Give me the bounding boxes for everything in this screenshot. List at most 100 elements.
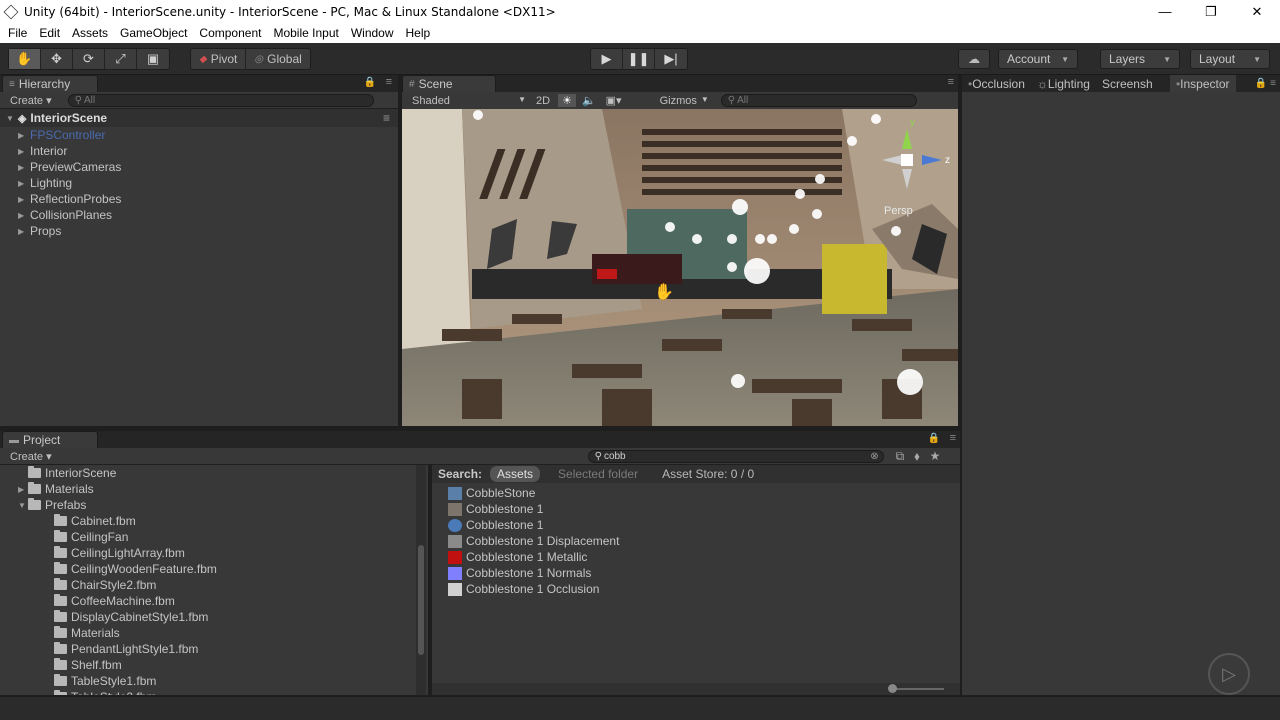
collapsed-arrow-icon[interactable]: ▶ xyxy=(18,163,30,172)
lock-icon[interactable]: 🔒 xyxy=(364,77,376,88)
tab-screenshot[interactable]: Screensh xyxy=(1096,77,1170,91)
2d-toggle[interactable]: 2D xyxy=(528,95,558,107)
label-tag-icon[interactable]: ⬧ xyxy=(914,449,919,464)
global-button[interactable]: ◎ Global xyxy=(246,49,309,69)
menu-help[interactable]: Help xyxy=(400,26,437,40)
asset-result-item[interactable]: Cobblestone 1 Normals xyxy=(432,565,619,581)
asset-result-item[interactable]: CobbleStone xyxy=(432,485,619,501)
project-tree-item[interactable]: Materials xyxy=(0,625,428,641)
hierarchy-item[interactable]: ▶ Interior xyxy=(0,143,398,159)
hierarchy-item[interactable]: ▶ CollisionPlanes xyxy=(0,207,398,223)
panel-menu-icon[interactable]: ≡ xyxy=(950,432,956,444)
project-tree-scrollbar[interactable] xyxy=(416,465,426,695)
menu-component[interactable]: Component xyxy=(193,26,267,40)
hierarchy-item[interactable]: ▶ ReflectionProbes xyxy=(0,191,398,207)
gizmos-dropdown[interactable]: Gizmos ▼ xyxy=(660,95,709,107)
play-icon[interactable]: ▶ xyxy=(591,49,623,69)
asset-result-item[interactable]: Cobblestone 1 Metallic xyxy=(432,549,619,565)
asset-result-item[interactable]: Cobblestone 1 xyxy=(432,517,619,533)
minimize-button[interactable]: — xyxy=(1142,0,1188,23)
hierarchy-item[interactable]: ▶ PreviewCameras xyxy=(0,159,398,175)
lock-icon[interactable]: 🔒 ≡ xyxy=(1255,78,1280,89)
tab-lighting[interactable]: ☼Lighting xyxy=(1031,77,1096,91)
tab-inspector[interactable]: • Inspector xyxy=(1169,75,1236,92)
menu-file[interactable]: File xyxy=(2,26,33,40)
tab-project[interactable]: ▬ Project xyxy=(2,431,98,448)
expand-arrow-icon[interactable]: ▼ xyxy=(6,114,14,123)
panel-menu-icon[interactable]: ≡ xyxy=(948,76,954,88)
menu-mobile-input[interactable]: Mobile Input xyxy=(267,26,344,40)
hand-tool-icon[interactable]: ✋ xyxy=(9,49,41,69)
project-search-input[interactable]: ⚲ cobb ⊗ xyxy=(587,449,884,463)
close-button[interactable]: ✕ xyxy=(1234,0,1280,23)
project-tree-item[interactable]: ▶ Materials xyxy=(0,481,428,497)
project-tree-item[interactable]: PendantLightStyle1.fbm xyxy=(0,641,428,657)
project-create-button[interactable]: Create ▾ xyxy=(0,450,58,463)
collapsed-arrow-icon[interactable]: ▶ xyxy=(18,211,30,220)
project-tree-item[interactable]: ChairStyle2.fbm xyxy=(0,577,428,593)
maximize-button[interactable]: ❐ xyxy=(1188,0,1234,23)
menu-window[interactable]: Window xyxy=(345,26,400,40)
project-tree-item[interactable]: ▼ Prefabs xyxy=(0,497,428,513)
scale-tool-icon[interactable]: ⤢ xyxy=(105,49,137,69)
effects-icon[interactable]: ▣▾ xyxy=(602,94,626,107)
favorite-star-icon[interactable]: ★ xyxy=(930,449,941,463)
scope-selected-folder-button[interactable]: Selected folder xyxy=(558,467,638,481)
project-tree-item[interactable]: TableStyle1.fbm xyxy=(0,673,428,689)
scope-asset-store-button[interactable]: Asset Store: 0 / 0 xyxy=(662,467,754,481)
rect-tool-icon[interactable]: ▣ xyxy=(137,49,169,69)
icon-size-slider-knob[interactable] xyxy=(888,684,897,693)
scope-assets-button[interactable]: Assets xyxy=(490,466,541,482)
tab-occlusion[interactable]: •Occlusion xyxy=(962,77,1031,91)
collapsed-arrow-icon[interactable]: ▶ xyxy=(18,485,28,494)
project-tree-item[interactable]: Cabinet.fbm xyxy=(0,513,428,529)
play-overlay-icon[interactable]: ▷ xyxy=(1208,653,1250,695)
collapsed-arrow-icon[interactable]: ▶ xyxy=(18,179,30,188)
rotate-tool-icon[interactable]: ⟳ xyxy=(73,49,105,69)
menu-assets[interactable]: Assets xyxy=(66,26,114,40)
tab-hierarchy[interactable]: ≡ Hierarchy xyxy=(2,75,98,92)
scene-search-input[interactable]: ⚲ All xyxy=(720,94,917,107)
shading-dropdown[interactable]: Shaded ▼ xyxy=(402,95,526,107)
scene-viewport[interactable]: y z Persp ✋ xyxy=(402,109,958,426)
audio-icon[interactable]: 🔈 xyxy=(576,94,602,107)
project-tree-item[interactable]: CeilingWoodenFeature.fbm xyxy=(0,561,428,577)
layout-dropdown[interactable]: Layout ▼ xyxy=(1190,49,1270,69)
project-tree-item[interactable]: CeilingFan xyxy=(0,529,428,545)
scene-root-row[interactable]: ▼ ◈ InteriorScene ≡ xyxy=(0,109,398,127)
clear-search-icon[interactable]: ⊗ xyxy=(870,451,878,462)
project-tree-item[interactable]: TableStyle2.fbm xyxy=(0,689,428,695)
tab-scene[interactable]: # Scene xyxy=(402,75,496,92)
project-tree-item[interactable]: InteriorScene xyxy=(0,465,428,481)
hierarchy-search-input[interactable]: ⚲ All xyxy=(67,93,374,107)
expand-arrow-icon[interactable]: ▼ xyxy=(18,501,28,510)
collapsed-arrow-icon[interactable]: ▶ xyxy=(18,147,30,156)
icon-size-slider[interactable] xyxy=(892,688,944,690)
asset-result-item[interactable]: Cobblestone 1 Occlusion xyxy=(432,581,619,597)
collapsed-arrow-icon[interactable]: ▶ xyxy=(18,195,30,204)
menu-gameobject[interactable]: GameObject xyxy=(114,26,193,40)
move-tool-icon[interactable]: ✥ xyxy=(41,49,73,69)
scene-menu-icon[interactable]: ≡ xyxy=(383,111,390,125)
panel-menu-icon[interactable]: ≡ xyxy=(386,76,392,88)
hierarchy-item[interactable]: ▶ Lighting xyxy=(0,175,398,191)
layers-dropdown[interactable]: Layers ▼ xyxy=(1100,49,1180,69)
menu-edit[interactable]: Edit xyxy=(33,26,66,40)
hierarchy-create-button[interactable]: Create ▾ xyxy=(0,94,58,107)
asset-result-item[interactable]: Cobblestone 1 Displacement xyxy=(432,533,619,549)
lock-icon[interactable]: 🔒 xyxy=(928,433,940,444)
asset-result-item[interactable]: Cobblestone 1 xyxy=(432,501,619,517)
filter-type-icon[interactable]: ⧉ xyxy=(896,449,905,464)
account-dropdown[interactable]: Account ▼ xyxy=(998,49,1078,69)
project-tree-item[interactable]: Shelf.fbm xyxy=(0,657,428,673)
sun-icon[interactable]: ☀ xyxy=(558,94,576,107)
pause-icon[interactable]: ❚❚ xyxy=(623,49,655,69)
scrollbar-thumb[interactable] xyxy=(418,545,424,655)
cloud-icon[interactable]: ☁ xyxy=(958,49,990,69)
hierarchy-item[interactable]: ▶ FPSController xyxy=(0,127,398,143)
step-icon[interactable]: ▶| xyxy=(655,49,687,69)
hierarchy-item[interactable]: ▶ Props xyxy=(0,223,398,239)
collapsed-arrow-icon[interactable]: ▶ xyxy=(18,227,30,236)
project-tree-item[interactable]: DisplayCabinetStyle1.fbm xyxy=(0,609,428,625)
project-tree-item[interactable]: CoffeeMachine.fbm xyxy=(0,593,428,609)
